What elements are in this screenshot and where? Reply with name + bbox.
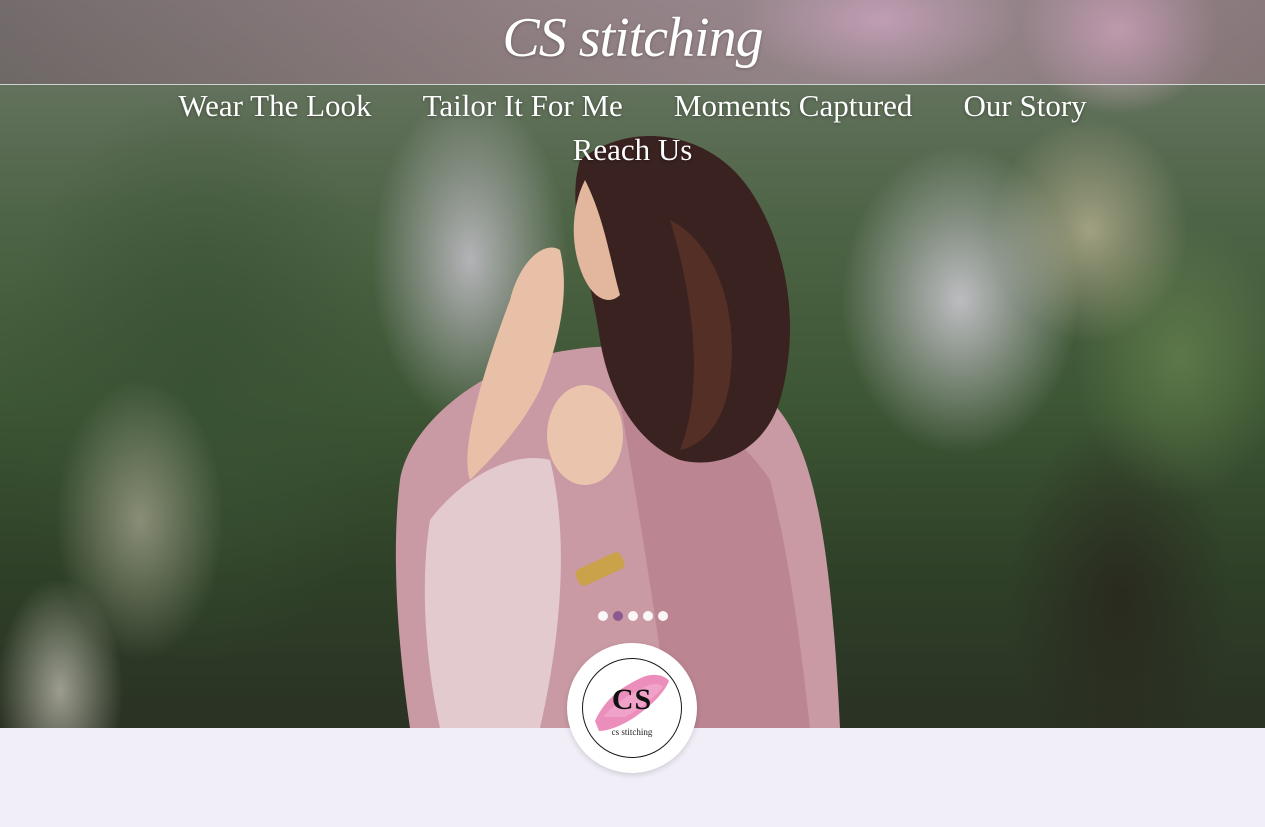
nav-item-moments-captured[interactable]: Moments Captured [674,86,913,125]
slider-dot-1[interactable] [598,611,608,621]
slider-dot-5[interactable] [658,611,668,621]
logo-monogram: CS [611,683,653,716]
header-divider [0,84,1265,85]
page: CS stitching Wear The Look Tailor It For… [0,0,1265,827]
main-navigation: Wear The Look Tailor It For Me Moments C… [150,86,1115,174]
hero-model-illustration [395,136,840,728]
nav-item-our-story[interactable]: Our Story [964,86,1087,125]
nav-item-wear-the-look[interactable]: Wear The Look [178,86,371,125]
site-title[interactable]: CS stitching [0,2,1265,74]
slider-dot-3[interactable] [628,611,638,621]
nav-item-reach-us[interactable]: Reach Us [573,130,693,169]
slider-pagination [598,611,668,621]
brand-logo: CS cs stitching [582,658,682,758]
slider-dot-4[interactable] [643,611,653,621]
slider-dot-2[interactable] [613,611,623,621]
logo-subtitle: cs stitching [611,727,653,737]
brand-logo-badge[interactable]: CS cs stitching [567,643,697,773]
nav-item-tailor-it-for-me[interactable]: Tailor It For Me [423,86,623,125]
